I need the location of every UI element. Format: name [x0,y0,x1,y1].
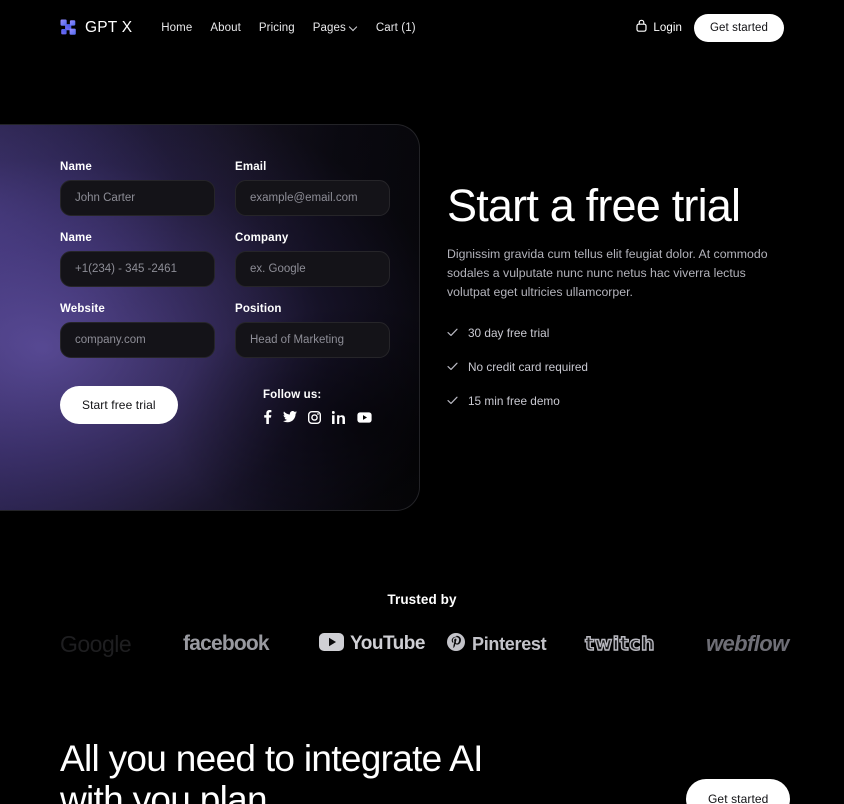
bottom-cta-section: All you need to integrate AI with you pl… [0,738,844,804]
chevron-down-icon [350,23,358,31]
hero-description: Dignissim gravida cum tellus elit feugia… [447,247,768,300]
bottom-cta-title: All you need to integrate AI with you pl… [60,738,483,804]
check-icon [447,324,458,342]
trusted-logo-row: Google facebook YouTube Pinterest twitch… [0,624,844,664]
youtube-logo-text: YouTube [350,633,425,654]
hero-title: Start a free trial [447,180,741,231]
label-company: Company [235,232,289,244]
nav-link-pricing-label: Pricing [258,21,295,34]
benefit-label: 30 day free trial [468,326,550,341]
trusted-by-title: Trusted by [387,592,457,607]
navbar-links: Home About Pricing Pages Cart (1) [152,16,424,40]
social-links-row [263,410,372,424]
phone-input[interactable] [60,251,215,287]
website-input[interactable] [60,322,215,358]
top-navbar: GPT X Home About Pricing Pages Cart (1) [0,0,844,55]
label-website: Website [60,303,105,315]
get-started-button-nav[interactable]: Get started [694,13,784,42]
nav-link-pages-label: Pages [312,21,346,34]
pinterest-mark-icon [447,632,465,656]
check-icon [447,392,458,410]
twitter-icon[interactable] [283,411,297,423]
brand-logo-link[interactable]: GPT X [60,19,132,37]
form-footer-row: Start free trial Follow us: [60,386,390,424]
instagram-icon[interactable] [307,410,322,424]
trusted-by-section: Trusted by Google facebook YouTube Pinte… [0,592,844,657]
form-field-position: Position [235,303,390,358]
login-link[interactable]: Login [636,19,682,37]
lock-icon [636,19,647,37]
benefit-label: 15 min free demo [468,394,560,409]
nav-link-pages[interactable]: Pages [304,16,367,40]
navbar-left-group: GPT X Home About Pricing Pages Cart (1) [60,16,425,40]
benefits-list: 30 day free trial No credit card require… [447,324,797,410]
label-phone: Name [60,232,92,244]
facebook-icon[interactable] [263,410,272,424]
google-logo: Google [60,624,132,664]
form-field-website: Website [60,303,215,358]
follow-us-label: Follow us: [263,389,322,401]
trial-form: Name Email Name Company Website [60,161,390,424]
benefit-item: No credit card required [447,358,797,376]
get-started-button-bottom[interactable]: Get started [686,779,791,804]
follow-us-block: Follow us: [263,389,390,424]
label-email: Email [235,161,267,173]
trial-form-grid: Name Email Name Company Website [60,161,390,358]
email-input[interactable] [235,180,390,216]
nav-link-about[interactable]: About [201,16,250,40]
youtube-logo: YouTube [319,624,425,664]
start-free-trial-button[interactable]: Start free trial [60,386,178,424]
form-field-name: Name [60,161,215,216]
navbar-right-group: Login Get started [636,13,784,42]
benefit-item: 30 day free trial [447,324,797,342]
company-input[interactable] [235,251,390,287]
position-input[interactable] [235,322,390,358]
pinterest-logo: Pinterest [447,624,547,664]
twitch-logo-text: twitch [584,632,656,655]
form-field-email: Email [235,161,390,216]
pinterest-logo-text: Pinterest [472,633,547,654]
nav-link-home-label: Home [161,21,193,34]
youtube-play-icon [319,632,344,656]
check-icon [447,358,458,376]
webflow-logo-text: webflow [706,631,789,656]
youtube-icon[interactable] [357,411,372,423]
benefit-item: 15 min free demo [447,392,797,410]
linkedin-icon[interactable] [331,410,346,424]
brand-name: GPT X [85,18,133,36]
google-logo-text: Google [60,630,132,657]
name-input[interactable] [60,180,215,216]
page-root: GPT X Home About Pricing Pages Cart (1) [0,0,844,804]
nav-link-about-label: About [210,21,241,34]
facebook-logo: facebook [183,624,270,664]
facebook-logo-text: facebook [183,632,270,655]
nav-link-home[interactable]: Home [152,16,201,40]
free-trial-form-card: Name Email Name Company Website [0,124,420,511]
label-position: Position [235,303,282,315]
form-field-phone: Name [60,232,215,287]
nav-link-pricing[interactable]: Pricing [250,16,304,40]
benefit-label: No credit card required [468,360,588,375]
gptx-pinwheel-logo-icon [60,19,77,36]
login-label: Login [653,21,682,34]
form-field-company: Company [235,232,390,287]
nav-link-cart[interactable]: Cart (1) [367,16,425,40]
twitch-logo: twitch [584,624,656,664]
hero-right-column: Start a free trial Dignissim gravida cum… [447,182,797,426]
webflow-logo: webflow [706,624,789,664]
nav-link-cart-label: Cart (1) [375,21,416,34]
label-name: Name [60,161,92,173]
